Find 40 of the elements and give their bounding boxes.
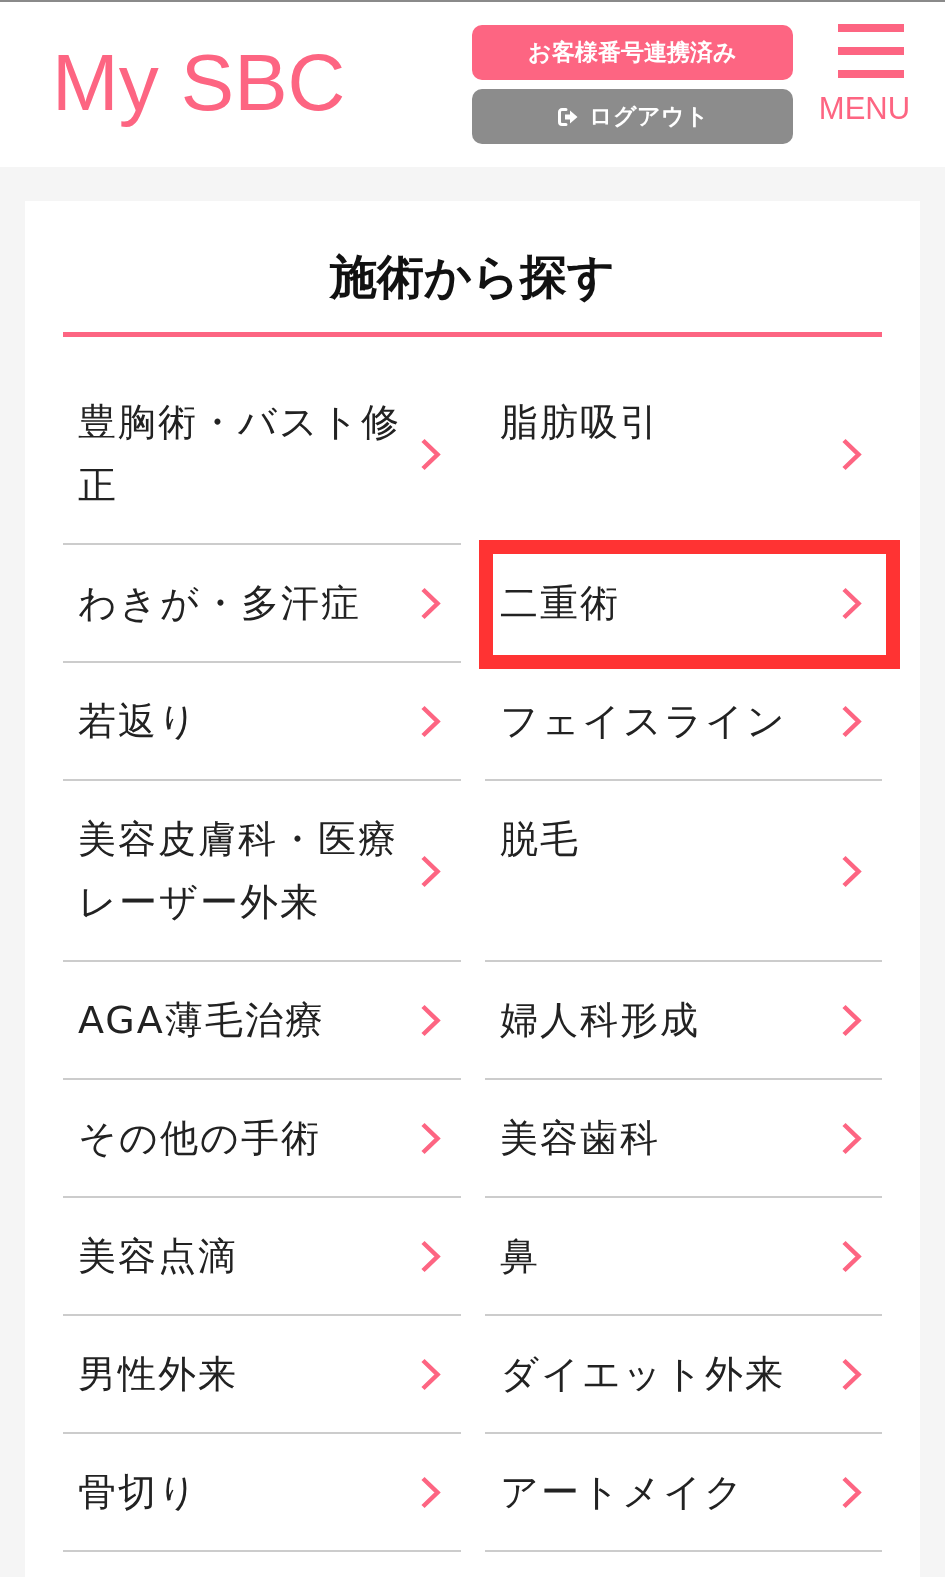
chevron-right-icon	[419, 705, 441, 738]
category-link[interactable]: AGA薄毛治療	[63, 962, 461, 1080]
chevron-right-icon	[841, 1004, 862, 1037]
chevron-right-icon	[419, 437, 441, 471]
chevron-right-icon	[419, 1122, 441, 1155]
chevron-right-icon	[419, 1240, 441, 1273]
chevron-right-icon	[841, 1240, 862, 1273]
category-link[interactable]: 美容皮膚科・医療レーザー外来	[63, 781, 461, 962]
logout-icon	[556, 106, 579, 127]
category-link[interactable]: 鼻	[484, 1198, 882, 1316]
category-link[interactable]: 脂肪吸引	[484, 364, 882, 545]
category-link[interactable]: 美容点滴	[63, 1198, 461, 1316]
section-title: 施術から探す	[328, 249, 616, 305]
chevron-right-icon	[841, 1122, 862, 1155]
menu-icon	[837, 24, 904, 78]
category-link[interactable]: 若返り	[63, 663, 461, 781]
category-link[interactable]: その他の手術	[63, 1080, 461, 1198]
chevron-right-icon	[841, 1358, 862, 1391]
chevron-right-icon	[419, 1004, 441, 1037]
category-link[interactable]: わきが・多汗症	[63, 545, 461, 663]
category-link[interactable]: 男性外来	[63, 1316, 461, 1434]
category-link[interactable]: 二重術	[484, 545, 882, 663]
logo: My SBC	[52, 37, 346, 129]
chevron-right-icon	[841, 437, 862, 471]
category-link[interactable]: アートメイク	[484, 1434, 882, 1552]
category-link[interactable]: 豊胸術・バスト修正	[63, 364, 461, 545]
chevron-right-icon	[841, 587, 862, 620]
category-link[interactable]: ダイエット外来	[484, 1316, 882, 1434]
chevron-right-icon	[841, 705, 862, 738]
chevron-right-icon	[841, 1476, 862, 1509]
chevron-right-icon	[841, 854, 862, 888]
chevron-right-icon	[419, 587, 441, 620]
category-link[interactable]: 脱毛	[484, 781, 882, 962]
chevron-right-icon	[419, 1358, 441, 1391]
category-link[interactable]: 婦人科形成	[484, 962, 882, 1080]
chevron-right-icon	[419, 854, 441, 888]
category-link[interactable]: 骨切り	[63, 1434, 461, 1552]
category-link[interactable]: 美容歯科	[484, 1080, 882, 1198]
chevron-right-icon	[419, 1476, 441, 1509]
category-link[interactable]: フェイスライン	[484, 663, 882, 781]
